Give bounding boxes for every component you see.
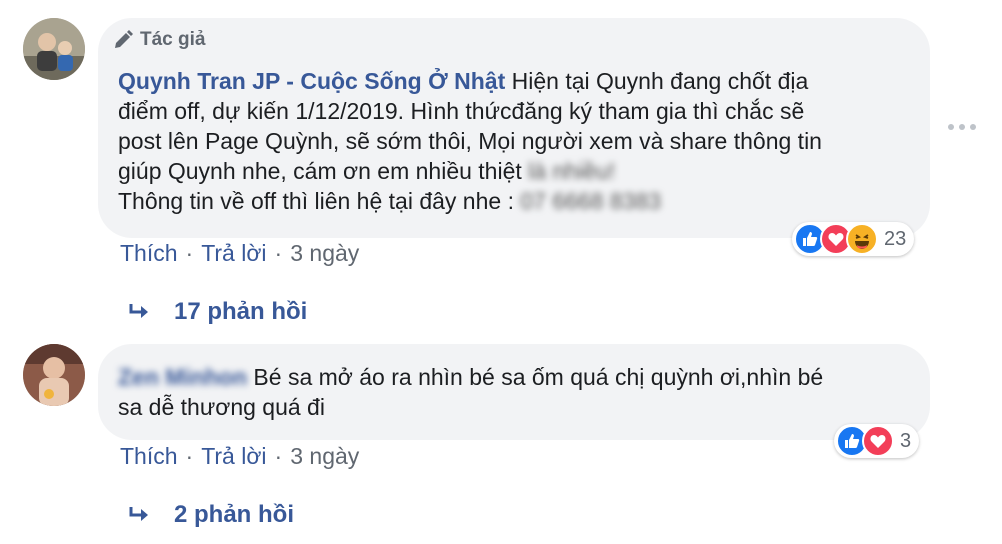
comment-timestamp[interactable]: 3 ngày: [290, 443, 359, 470]
blurred-phone: 07 6668 8383: [520, 188, 662, 214]
haha-icon: [846, 223, 878, 255]
comment-line-1-text: Hiện tại Quynh đang chốt địa: [511, 68, 809, 94]
separator: ·: [185, 443, 194, 469]
separator: ·: [274, 240, 283, 266]
comment-line-2: điểm off, dự kiến 1/12/2019. Hình thứcđă…: [118, 98, 805, 124]
commenter-name-link[interactable]: Zen Minhon: [118, 364, 247, 390]
comment-bubble-reply: Zen Minhon Bé sa mở áo ra nhìn bé sa ốm …: [98, 344, 930, 440]
comment-line-2: sa dễ thương quá đi: [118, 394, 325, 420]
reply-arrow-icon: [129, 304, 148, 318]
reaction-count: 23: [884, 227, 907, 250]
comment-line-5: Thông tin về off thì liên hệ tại đây nhe…: [118, 186, 822, 216]
author-badge: Tác giả: [112, 28, 205, 52]
reaction-summary[interactable]: 23: [792, 222, 915, 256]
commenter-avatar[interactable]: [23, 344, 85, 406]
author-name-link[interactable]: Quynh Tran JP - Cuộc Sống Ở Nhật: [118, 68, 505, 94]
like-button[interactable]: Thích: [120, 240, 178, 267]
separator: ·: [185, 240, 194, 266]
view-replies-button[interactable]: 17 phản hồi: [128, 298, 307, 326]
comment-line-1: Zen Minhon Bé sa mở áo ra nhìn bé sa ốm …: [118, 362, 823, 392]
comment-line-4-text: giúp Quynh nhe, cám ơn em nhiều thiệt: [118, 158, 522, 184]
view-replies-button[interactable]: 2 phản hồi: [128, 501, 294, 529]
comment-line-3: post lên Page Quỳnh, sẽ sớm thôi, Mọi ng…: [118, 128, 822, 154]
like-button[interactable]: Thích: [120, 443, 178, 470]
comment-line-1-text: Bé sa mở áo ra nhìn bé sa ốm quá chị quỳ…: [253, 364, 824, 390]
reply-button[interactable]: Trả lời: [201, 443, 266, 470]
reaction-count: 3: [900, 429, 912, 452]
separator: ·: [274, 443, 283, 469]
reaction-summary[interactable]: 3: [834, 424, 920, 458]
comment-line-4: giúp Quynh nhe, cám ơn em nhiều thiệt là…: [118, 156, 822, 186]
comment-timestamp[interactable]: 3 ngày: [290, 240, 359, 267]
pencil-icon: [115, 30, 133, 48]
reply-arrow-icon: [129, 507, 148, 521]
avatar-photo: [23, 18, 85, 80]
avatar-photo: [23, 344, 85, 406]
author-avatar[interactable]: [23, 18, 85, 80]
comment-bubble-author: Tác giả Quynh Tran JP - Cuộc Sống Ở Nhật…: [98, 18, 930, 238]
comment-actions: Thích · Trả lời · 3 ngày: [120, 443, 359, 470]
more-options-icon[interactable]: [948, 124, 976, 130]
comment-line-1: Quynh Tran JP - Cuộc Sống Ở Nhật Hiện tạ…: [118, 66, 822, 96]
author-badge-label: Tác giả: [140, 29, 206, 50]
comment-text: Quynh Tran JP - Cuộc Sống Ở Nhật Hiện tạ…: [118, 66, 822, 216]
replies-count-label: 2 phản hồi: [174, 501, 294, 528]
love-icon: [862, 425, 894, 457]
comment-text: Zen Minhon Bé sa mở áo ra nhìn bé sa ốm …: [118, 362, 823, 422]
replies-count-label: 17 phản hồi: [174, 298, 308, 325]
reply-button[interactable]: Trả lời: [201, 240, 266, 267]
comment-actions: Thích · Trả lời · 3 ngày: [120, 240, 359, 267]
blurred-text: là nhiều!: [528, 158, 616, 184]
comment-line-5-text: Thông tin về off thì liên hệ tại đây nhe…: [118, 188, 514, 214]
